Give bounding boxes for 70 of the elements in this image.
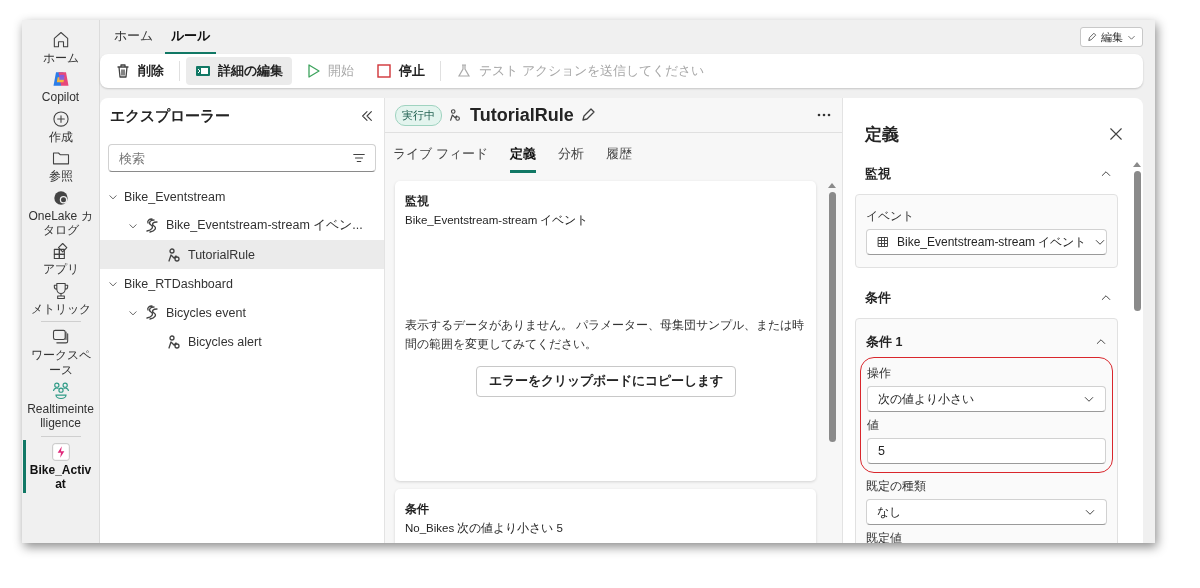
field-label: 既定の種類	[866, 478, 927, 495]
tree-label: Bike_Eventstream-stream イベン...	[166, 217, 363, 234]
search-field[interactable]: 検索	[108, 144, 376, 172]
card-title: 監視	[405, 193, 430, 210]
status-badge: 実行中	[395, 104, 442, 126]
input-field[interactable]: 5	[867, 438, 1106, 464]
field-label: 値	[867, 417, 880, 434]
rail-item[interactable]: アプリ	[22, 239, 99, 279]
rail-item[interactable]: ワークスペース	[22, 325, 99, 379]
stream-icon	[144, 217, 160, 234]
dropdown[interactable]: なし	[866, 499, 1107, 525]
plus-circle-icon	[50, 108, 71, 129]
square-icon	[376, 63, 392, 79]
tree-label: Bike_Eventstream	[124, 189, 226, 204]
table-icon	[877, 236, 889, 248]
editor-icon	[195, 63, 211, 79]
tab[interactable]: ライブ フィード	[393, 133, 488, 173]
rail-item[interactable]: 作成	[22, 106, 99, 147]
play-icon	[305, 63, 321, 79]
tree-label: TutorialRule	[188, 247, 255, 262]
tree-item[interactable]: Bicycles event	[100, 298, 384, 327]
field-label: 操作	[867, 365, 892, 382]
panel-title: エクスプローラー	[110, 106, 231, 126]
dropdown[interactable]: 次の値より小さい	[867, 386, 1106, 412]
group-title: 条件 1	[866, 333, 903, 351]
copy-error-button[interactable]: エラーをクリップボードにコピーします	[475, 366, 736, 398]
rail-item[interactable]: OneLake カタログ	[22, 185, 99, 240]
section-title: 監視	[865, 165, 891, 183]
filter-icon[interactable]	[352, 151, 366, 165]
people-group-icon	[50, 380, 71, 401]
flask-icon	[456, 63, 472, 79]
tree-item[interactable]: Bike_RTDashboard	[100, 269, 384, 298]
tree-label: Bicycles event	[166, 305, 246, 320]
card-title: 条件	[405, 501, 430, 518]
tree-item[interactable]: Bike_Eventstream-stream イベン...	[100, 211, 384, 240]
toolbar-button[interactable]: 削除	[106, 57, 173, 85]
tab[interactable]: 分析	[557, 133, 584, 173]
empty-message: 表示するデータがありません。 パラメーター、母集団サンプル、または時間の範囲を変更してみてください。	[405, 317, 806, 354]
dropdown[interactable]: Bike_Eventstream-stream イベント	[866, 229, 1107, 255]
tree-item[interactable]: Bike_Eventstream	[100, 182, 384, 211]
field-label: イベント	[866, 208, 915, 225]
collapse-icon[interactable]	[360, 109, 374, 123]
rail-item[interactable]: 参照	[22, 146, 99, 186]
stream-icon	[144, 304, 160, 321]
tree-item[interactable]: TutorialRule	[100, 240, 384, 269]
panel-title: 定義	[865, 123, 900, 146]
rail-item[interactable]: メトリック	[22, 278, 99, 319]
tree-label: Bicycles alert	[188, 334, 262, 349]
toolbar-button[interactable]: 詳細の編集	[186, 57, 292, 85]
trash-icon	[115, 63, 131, 79]
rail-item[interactable]: Bike_Activat	[22, 439, 99, 494]
field-label: 既定値	[866, 530, 903, 543]
toolbar-button[interactable]: 停止	[367, 57, 434, 85]
pencil-icon	[1087, 32, 1097, 42]
card-subtitle: No_Bikes 次の値より小さい 5	[405, 521, 564, 536]
rule-title: TutorialRule	[470, 104, 574, 126]
edit-button[interactable]: 編集	[1080, 27, 1143, 47]
tab[interactable]: 定義	[509, 133, 536, 173]
section-title: 条件	[865, 289, 891, 307]
close-icon[interactable]	[1109, 127, 1123, 141]
rail-item[interactable]: Realtimeintelligence	[22, 378, 99, 433]
tree-item[interactable]: Bicycles alert	[100, 327, 384, 356]
lightning-icon	[50, 441, 71, 462]
breadcrumb-tab[interactable]: ホーム	[108, 20, 159, 54]
rail-item[interactable]: ホーム	[22, 28, 99, 68]
tree-label: Bike_RTDashboard	[124, 276, 233, 291]
pencil-icon[interactable]	[579, 107, 596, 123]
rail-item[interactable]: Copilot	[22, 67, 99, 107]
card-subtitle: Bike_Eventstream-stream イベント	[405, 213, 590, 228]
tab[interactable]: 履歴	[605, 133, 632, 173]
